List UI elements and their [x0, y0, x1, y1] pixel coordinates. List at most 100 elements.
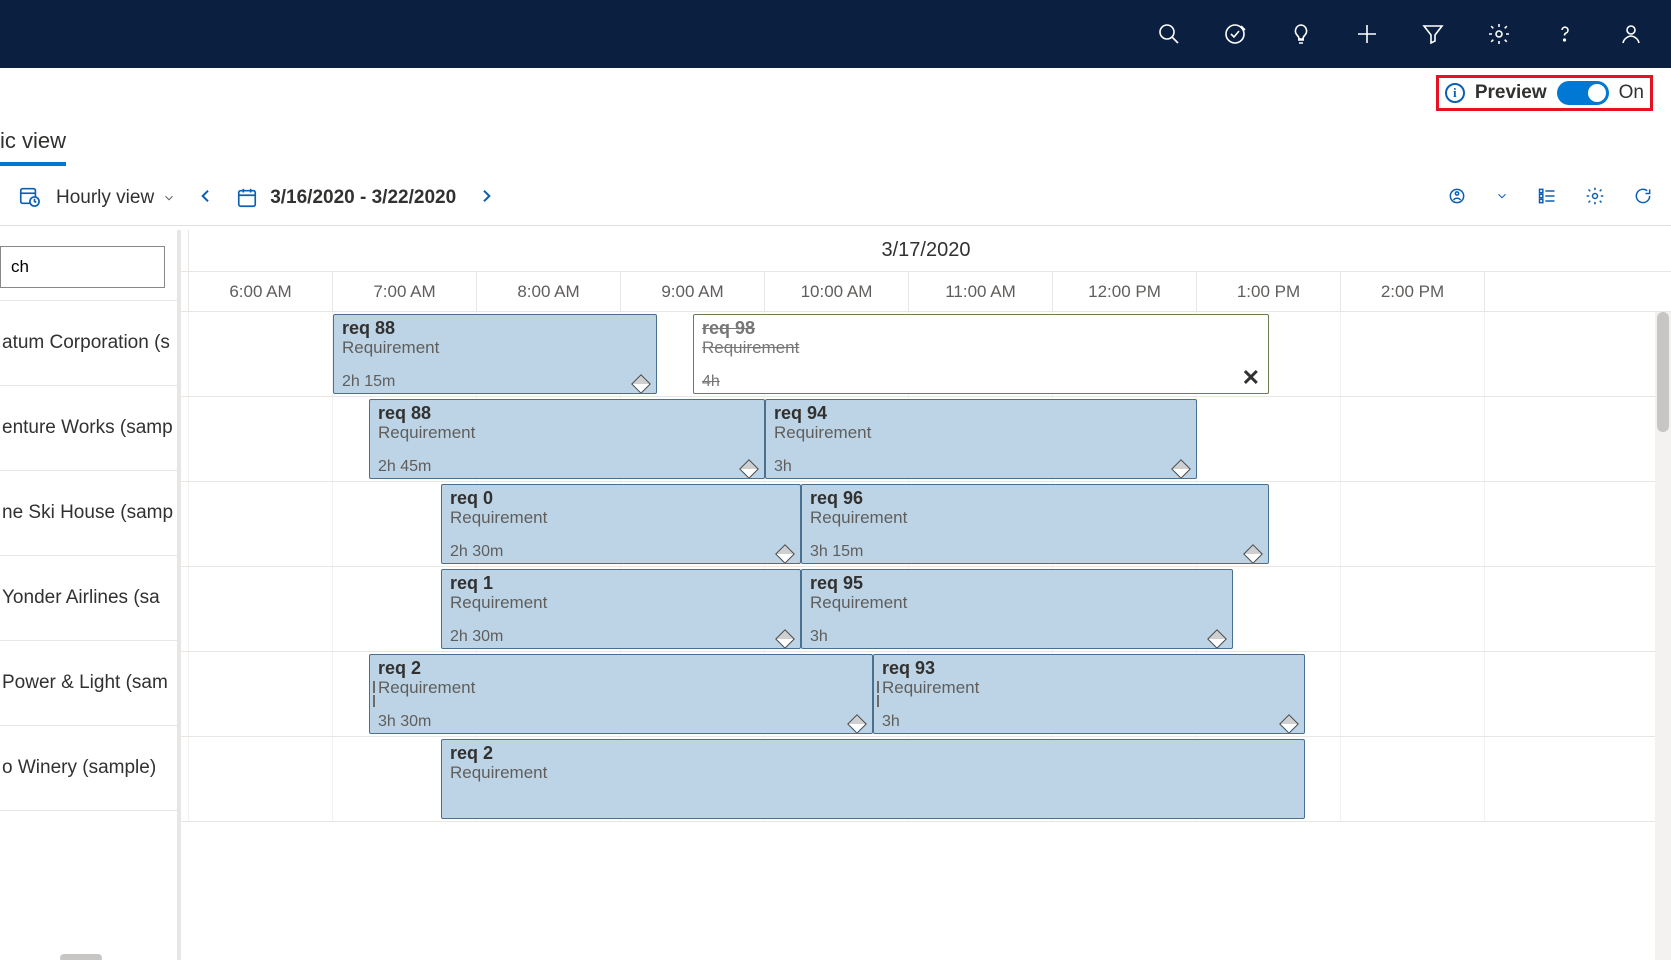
booking-block[interactable]: req 95Requirement3h — [801, 569, 1233, 649]
hour-header-cell: 7:00 AM — [333, 272, 477, 311]
board-settings-icon[interactable] — [1585, 186, 1605, 210]
booking-duration: 3h — [774, 458, 792, 476]
diamond-icon — [1207, 629, 1227, 649]
preview-strip: i Preview On — [0, 68, 1671, 118]
lightbulb-icon[interactable] — [1289, 22, 1313, 46]
resource-row[interactable]: atum Corporation (s — [0, 301, 177, 386]
diamond-icon — [739, 459, 759, 479]
booking-block[interactable]: req 93Requirement3h — [873, 654, 1305, 734]
booking-subtitle: Requirement — [378, 679, 864, 698]
search-icon[interactable] — [1157, 22, 1181, 46]
info-icon[interactable]: i — [1445, 83, 1465, 103]
timeline-lane[interactable]: req 2Requirement 3h 30m req 93Requirement3… — [181, 652, 1671, 737]
booking-subtitle: Requirement — [378, 424, 756, 443]
booking-block[interactable]: req 0Requirement2h 30m — [441, 484, 801, 564]
booking-subtitle: Requirement — [702, 339, 1260, 358]
resource-search-input[interactable] — [0, 246, 165, 288]
booking-block[interactable]: req 2Requirement 3h 30m — [369, 654, 873, 734]
close-icon[interactable]: ✕ — [1242, 365, 1260, 391]
booking-subtitle: Requirement — [450, 594, 792, 613]
booking-duration: 2h 30m — [450, 628, 503, 646]
booking-title: req 88 — [342, 319, 648, 339]
diamond-icon — [847, 714, 867, 734]
booking-block[interactable]: req 1Requirement2h 30m — [441, 569, 801, 649]
resource-row[interactable]: o Winery (sample) — [0, 726, 177, 811]
booking-title: req 98 — [702, 319, 1260, 339]
resource-row[interactable]: Power & Light (sam — [0, 641, 177, 726]
booking-duration: 2h 45m — [378, 458, 431, 476]
booking-title: req 93 — [882, 659, 1296, 679]
timeline-lane[interactable]: req 0Requirement2h 30mreq 96Requirement3… — [181, 482, 1671, 567]
resource-row[interactable]: enture Works (samp — [0, 386, 177, 471]
booking-subtitle: Requirement — [450, 764, 1296, 783]
diamond-icon — [775, 544, 795, 564]
toolbar-right-group — [1447, 186, 1653, 210]
booking-subtitle: Requirement — [810, 509, 1260, 528]
hour-header-cell: 12:00 PM — [1053, 272, 1197, 311]
diamond-icon — [1243, 544, 1263, 564]
diamond-icon — [631, 374, 651, 394]
lanes-container: req 88Requirement2h 15mreq 98Requirement… — [181, 312, 1671, 822]
resource-row[interactable]: ne Ski House (samp — [0, 471, 177, 556]
booking-title: req 2 — [378, 659, 864, 679]
chevron-down-tool-icon[interactable] — [1495, 189, 1509, 207]
hour-header-row: 6:00 AM7:00 AM8:00 AM9:00 AM10:00 AM11:0… — [181, 272, 1671, 312]
preview-toggle-group: i Preview On — [1436, 75, 1653, 111]
add-icon[interactable] — [1355, 22, 1379, 46]
booking-duration: 3h 15m — [810, 543, 863, 561]
hour-header-cell: 1:00 PM — [1197, 272, 1341, 311]
settings-icon[interactable] — [1487, 22, 1511, 46]
booking-block[interactable]: req 88Requirement 2h 45m — [369, 399, 765, 479]
booking-subtitle: Requirement — [774, 424, 1188, 443]
booking-title: req 88 — [378, 404, 756, 424]
help-icon[interactable] — [1553, 22, 1577, 46]
booking-duration: 4h — [702, 373, 720, 391]
schedule-board: atum Corporation (senture Works (sampne … — [0, 226, 1671, 960]
booking-subtitle: Requirement — [810, 594, 1224, 613]
hour-header-cell: 2:00 PM — [1341, 272, 1485, 311]
view-mode-label: Hourly view — [56, 187, 154, 209]
booking-duration: 2h 15m — [342, 373, 395, 391]
booking-block[interactable]: req 98Requirement 4h ✕ — [693, 314, 1269, 394]
resource-row[interactable]: Yonder Airlines (sa — [0, 556, 177, 641]
date-header-text: 3/17/2020 — [882, 239, 971, 262]
previous-week-button[interactable] — [192, 188, 220, 208]
list-details-icon[interactable] — [1537, 186, 1557, 210]
booking-block[interactable]: req 96Requirement 3h 15m — [801, 484, 1269, 564]
left-scrollbar-thumb[interactable] — [60, 954, 102, 960]
booking-block[interactable]: req 88Requirement2h 15m — [333, 314, 657, 394]
filter-icon[interactable] — [1421, 22, 1445, 46]
task-check-icon[interactable] — [1223, 22, 1247, 46]
view-tab-label[interactable]: ic view — [0, 118, 1671, 162]
hour-header-cell: 9:00 AM — [621, 272, 765, 311]
diamond-icon — [1171, 459, 1191, 479]
resource-column: atum Corporation (senture Works (sampne … — [0, 230, 181, 960]
resource-search-wrap — [0, 230, 177, 301]
date-range-text: 3/16/2020 - 3/22/2020 — [270, 187, 456, 209]
date-range-picker[interactable]: 3/16/2020 - 3/22/2020 — [236, 187, 456, 209]
vertical-scrollbar-thumb[interactable] — [1657, 312, 1669, 432]
next-week-button[interactable] — [472, 188, 500, 208]
view-mode-select[interactable]: Hourly view — [56, 187, 176, 209]
calendar-clock-icon[interactable] — [18, 185, 40, 211]
account-icon[interactable] — [1619, 22, 1643, 46]
timeline-lane[interactable]: req 88Requirement2h 15mreq 98Requirement… — [181, 312, 1671, 397]
booking-title: req 96 — [810, 489, 1260, 509]
view-tab-underline — [0, 162, 66, 166]
timeline-lane[interactable]: req 2Requirement — [181, 737, 1671, 822]
booking-duration: 3h 30m — [378, 713, 431, 731]
chevron-down-icon — [162, 191, 176, 205]
booking-block[interactable]: req 94Requirement 3h — [765, 399, 1197, 479]
timeline-lane[interactable]: req 1Requirement2h 30mreq 95Requirement3… — [181, 567, 1671, 652]
booking-title: req 95 — [810, 574, 1224, 594]
timeline-lane[interactable]: req 88Requirement2h 45mreq 94Requirement… — [181, 397, 1671, 482]
booking-title: req 94 — [774, 404, 1188, 424]
refresh-icon[interactable] — [1633, 186, 1653, 210]
booking-block[interactable]: req 2Requirement — [441, 739, 1305, 819]
vertical-scrollbar[interactable] — [1655, 312, 1671, 960]
preview-toggle[interactable] — [1557, 81, 1609, 105]
book-icon[interactable] — [1447, 186, 1467, 210]
booking-subtitle: Requirement — [450, 509, 792, 528]
schedule-toolbar: Hourly view 3/16/2020 - 3/22/2020 — [0, 170, 1671, 226]
booking-title: req 2 — [450, 744, 1296, 764]
